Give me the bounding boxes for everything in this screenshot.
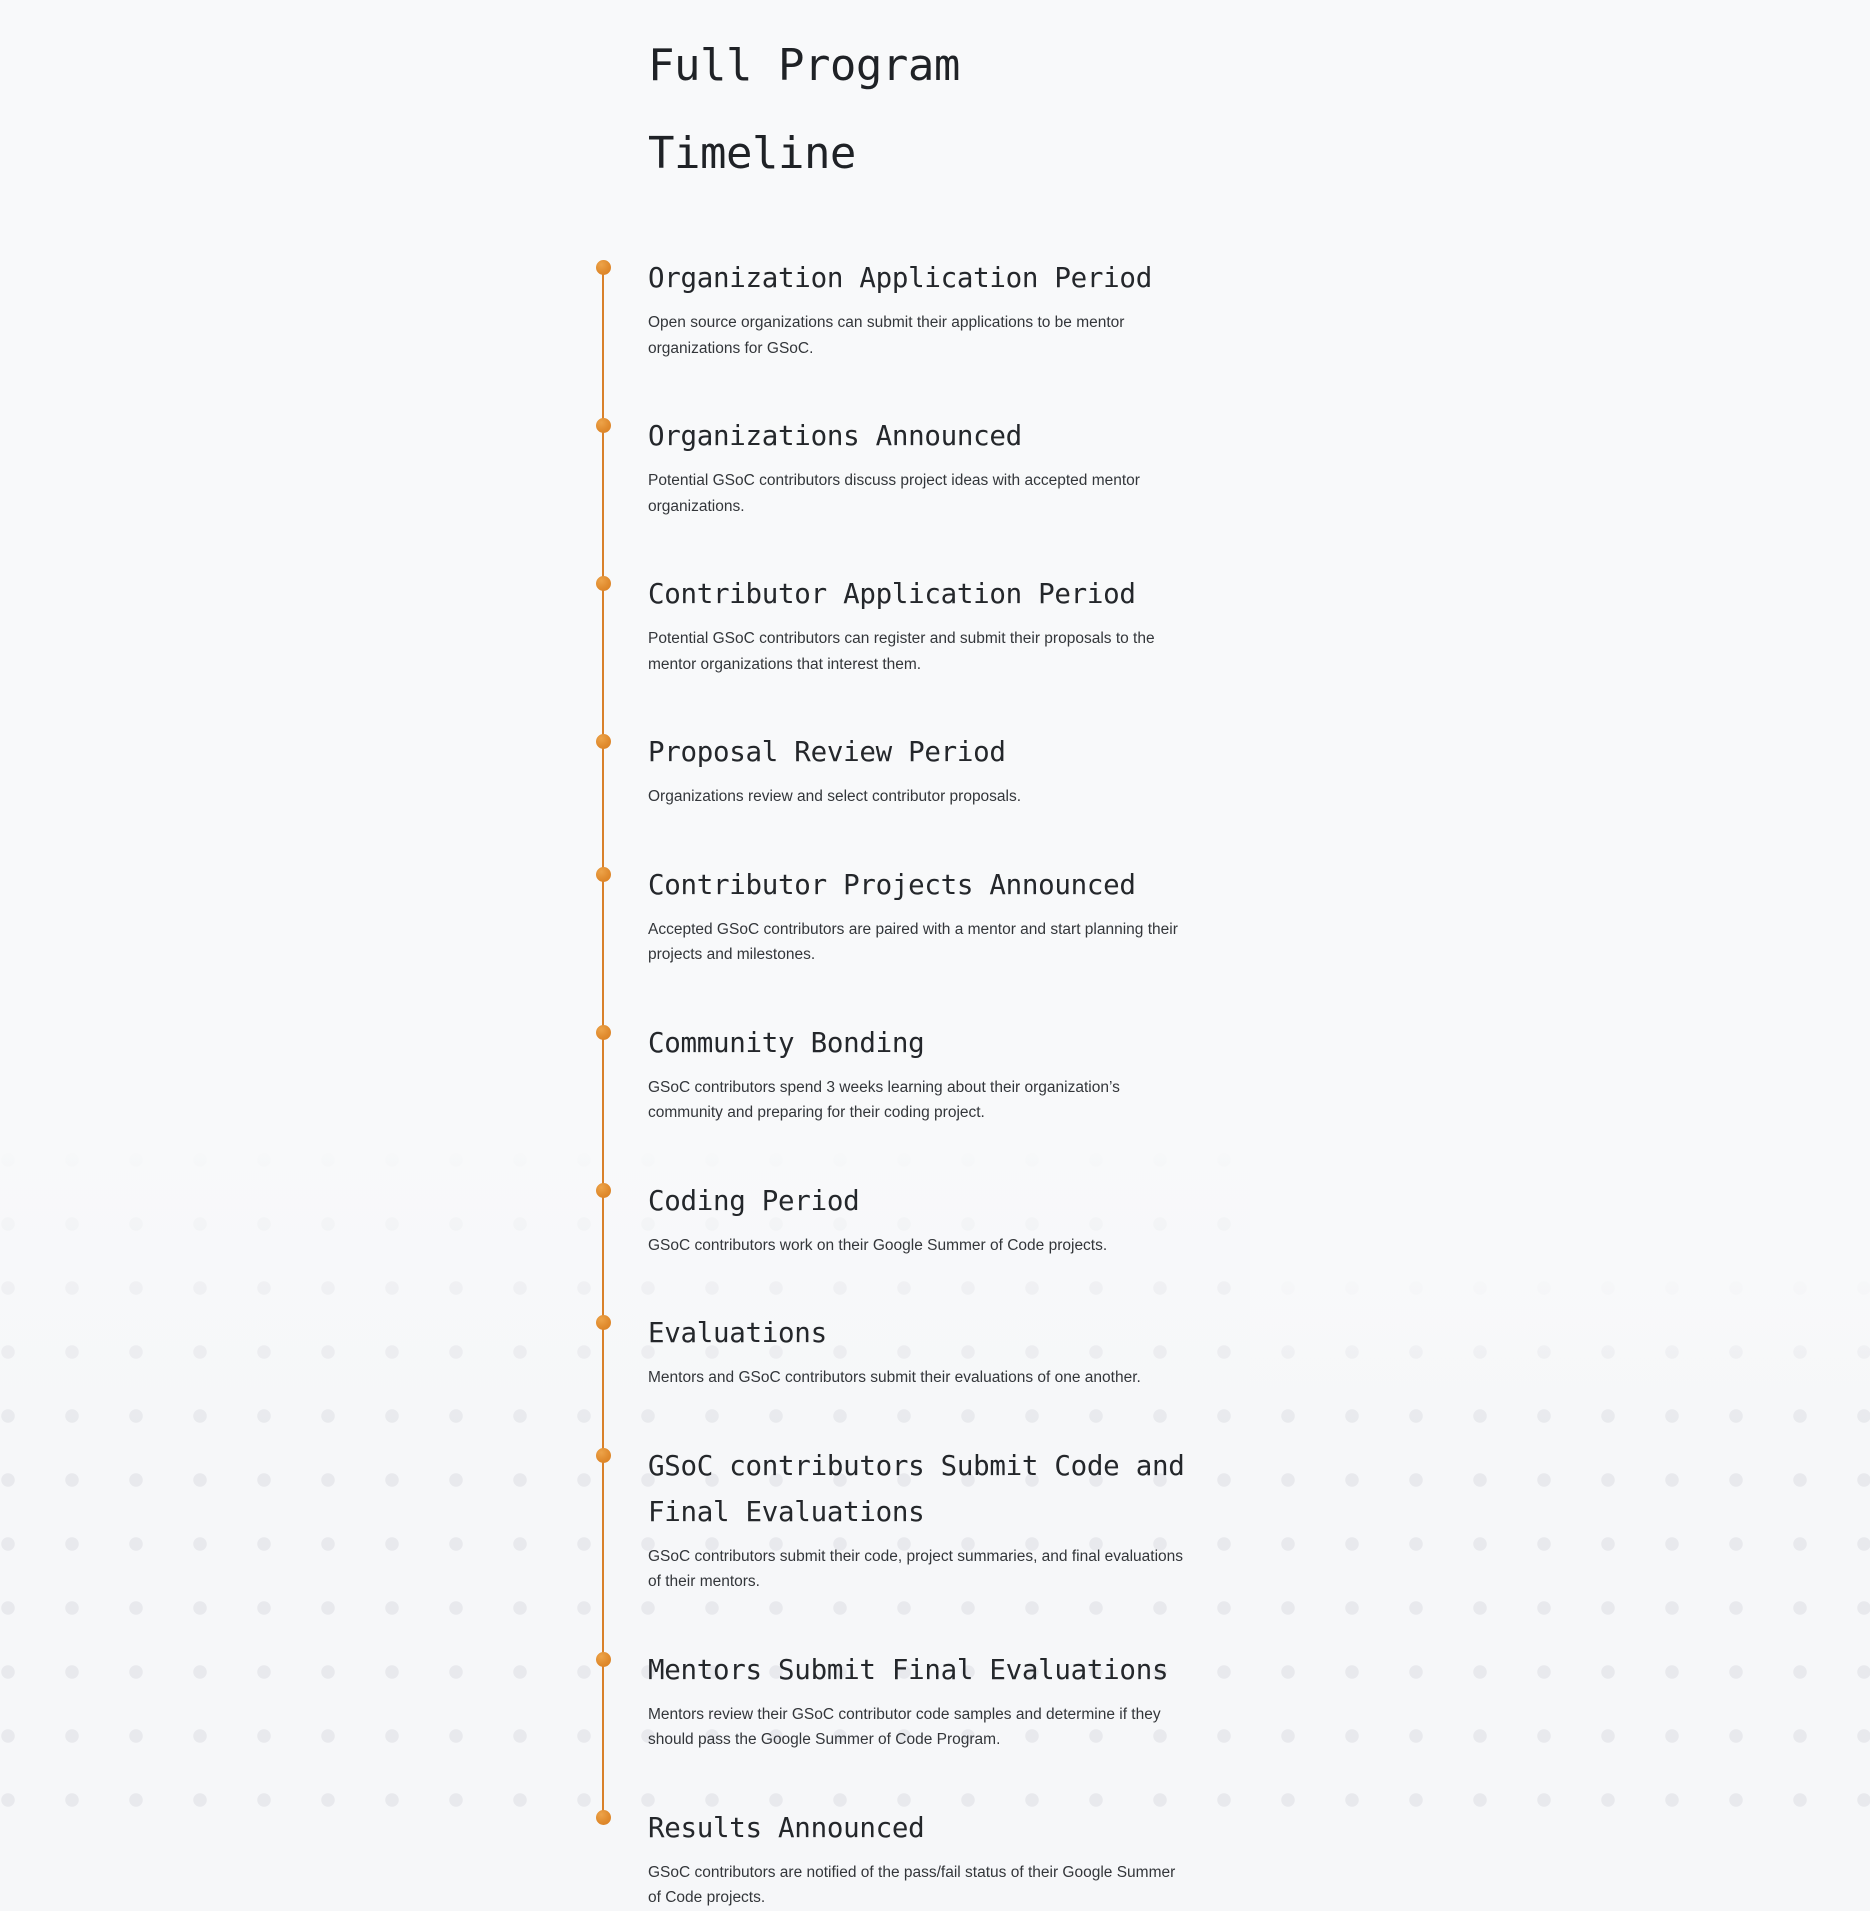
timeline-item-gap [0,519,1870,571]
timeline-item-gap [0,968,1870,1020]
timeline-item: Results Announced GSoC contributors are n… [0,1805,1870,1911]
timeline-item-description: Organizations review and select contribu… [648,788,1022,805]
timeline-item-description: GSoC contributors submit their code, pro… [648,1547,1183,1591]
timeline-item-title: Organization Application Period [648,262,1152,294]
timeline-item-description: Potential GSoC contributors can register… [648,630,1155,673]
timeline-dot-icon [596,1447,611,1463]
timeline-item: Coding Period GSoC contributors work on t… [0,1178,1870,1259]
timeline-dot-icon [596,576,611,591]
timeline-item-gap [0,1126,1870,1178]
timeline-item-gap [0,677,1870,729]
timeline-item-gap [0,361,1870,413]
timeline-dot-icon [596,418,611,433]
timeline-item: Community Bonding GSoC contributors spend… [0,1020,1870,1126]
timeline-item-description: GSoC contributors work on their Google S… [648,1236,1108,1254]
timeline-item-gap [0,810,1870,862]
timeline-dot-icon [596,1651,611,1667]
timeline-item-title: Coding Period [648,1184,860,1217]
timeline-item-list: Organization Application Period Open sour… [0,255,1870,1911]
timeline-dot-icon [596,734,611,749]
timeline-item-title: Contributor Application Period [648,578,1136,610]
timeline-item: Organizations Announced Potential GSoC co… [0,413,1870,519]
timeline-item: GSoC contributors Submit Code and Final … [0,1443,1870,1595]
timeline-item: Contributor Projects Announced Accepted G… [0,862,1870,968]
timeline-dot-icon [596,866,611,882]
timeline-item-description: Open source organizations can submit the… [648,314,1125,357]
timeline-dot-icon [596,1315,611,1330]
timeline-item: Organization Application Period Open sour… [0,255,1870,361]
timeline-item-title: Community Bonding [648,1026,925,1059]
timeline-item-title: GSoC contributors Submit Code and Final … [648,1449,1185,1528]
timeline-item-gap [0,1595,1870,1647]
timeline-item-gap [0,1258,1870,1310]
timeline-item-title: Evaluations [648,1317,827,1349]
timeline-item-description: Accepted GSoC contributors are paired wi… [648,920,1178,964]
program-timeline: Organization Application Period Open sour… [0,255,1870,1911]
page-title: Full Program Timeline [648,40,960,179]
timeline-item-title: Organizations Announced [648,420,1022,452]
timeline-item-title: Mentors Submit Final Evaluations [648,1653,1169,1686]
timeline-item-description: Mentors and GSoC contributors submit the… [648,1369,1141,1386]
timeline-dot-icon [596,1024,611,1040]
timeline-item-description: GSoC contributors are notified of the pa… [648,1863,1176,1907]
timeline-item-title: Contributor Projects Announced [648,868,1136,901]
timeline-item-description: Mentors review their GSoC contributor co… [648,1705,1161,1749]
timeline-item-title: Proposal Review Period [648,736,1006,768]
timeline-item-gap [0,1391,1870,1443]
timeline-item: Mentors Submit Final Evaluations Mentors … [0,1647,1870,1753]
timeline-dot-icon [596,1182,611,1198]
timeline-item: Proposal Review Period Organizations revi… [0,729,1870,810]
timeline-dot-icon [596,260,611,275]
timeline-item: Evaluations Mentors and GSoC contributors… [0,1310,1870,1391]
timeline-dot-icon [596,1809,611,1825]
timeline-item-gap [0,1753,1870,1805]
timeline-item-description: GSoC contributors spend 3 weeks learning… [648,1078,1120,1122]
timeline-item: Contributor Application Period Potential … [0,571,1870,677]
timeline-item-description: Potential GSoC contributors discuss proj… [648,472,1140,515]
